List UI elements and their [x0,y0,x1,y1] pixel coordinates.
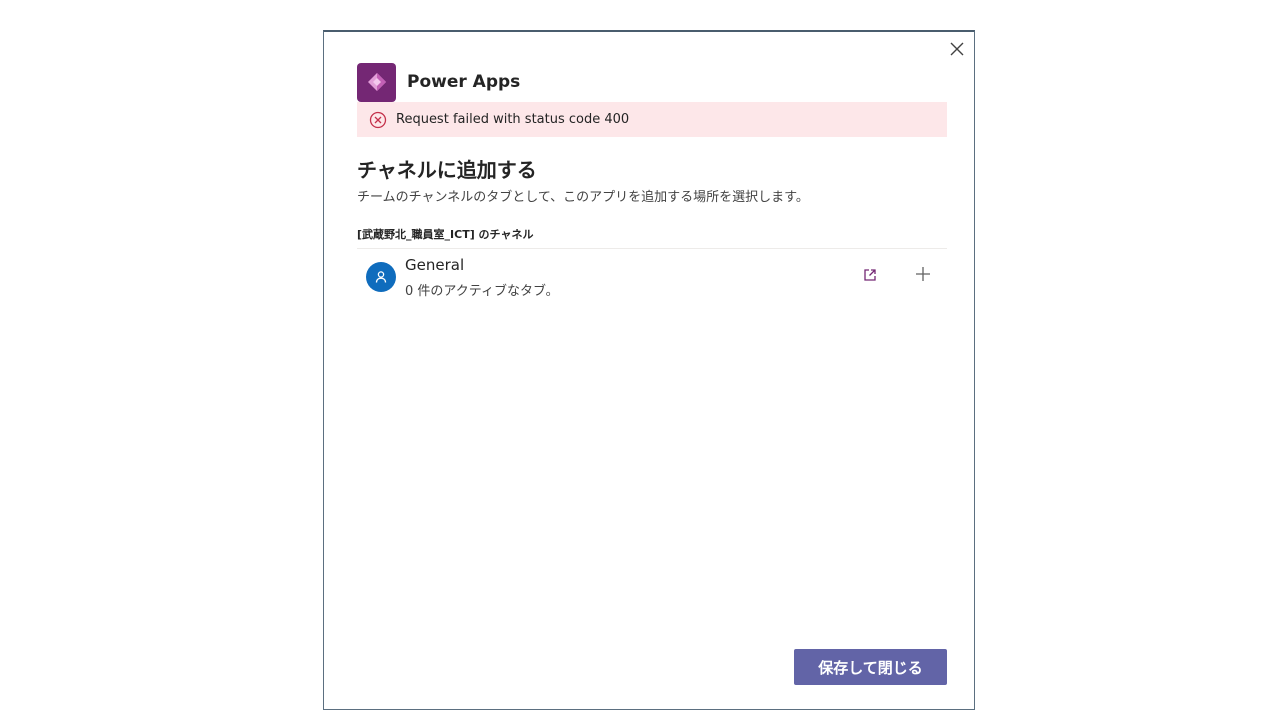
open-external-icon [863,267,877,286]
channel-row-general[interactable]: General 0 件のアクティブなタブ。 [357,250,947,300]
add-icon [915,266,931,286]
add-to-channel-button[interactable] [912,265,934,287]
add-to-channel-dialog: Power Apps Request failed with status co… [323,30,975,710]
error-circle-icon [369,111,387,129]
team-channels-label: [武蔵野北_職員室_ICT] のチャネル [357,228,534,241]
dialog-header: Power Apps [357,62,520,102]
app-name: Power Apps [407,72,521,92]
divider [357,248,947,249]
dialog-title: チャネルに追加する [357,158,537,182]
error-banner: Request failed with status code 400 [357,102,947,137]
save-and-close-button[interactable]: 保存して閉じる [794,649,947,685]
close-icon [949,41,965,61]
close-button[interactable] [946,40,968,62]
power-apps-logo-icon [357,62,396,102]
dialog-subtitle: チームのチャンネルのタブとして、このアプリを追加する場所を選択します。 [357,190,809,205]
channel-active-tabs: 0 件のアクティブなタブ。 [405,284,559,299]
channel-name: General [405,256,465,274]
open-channel-button[interactable] [860,266,880,286]
channel-person-icon [366,262,396,292]
error-message: Request failed with status code 400 [396,112,630,127]
